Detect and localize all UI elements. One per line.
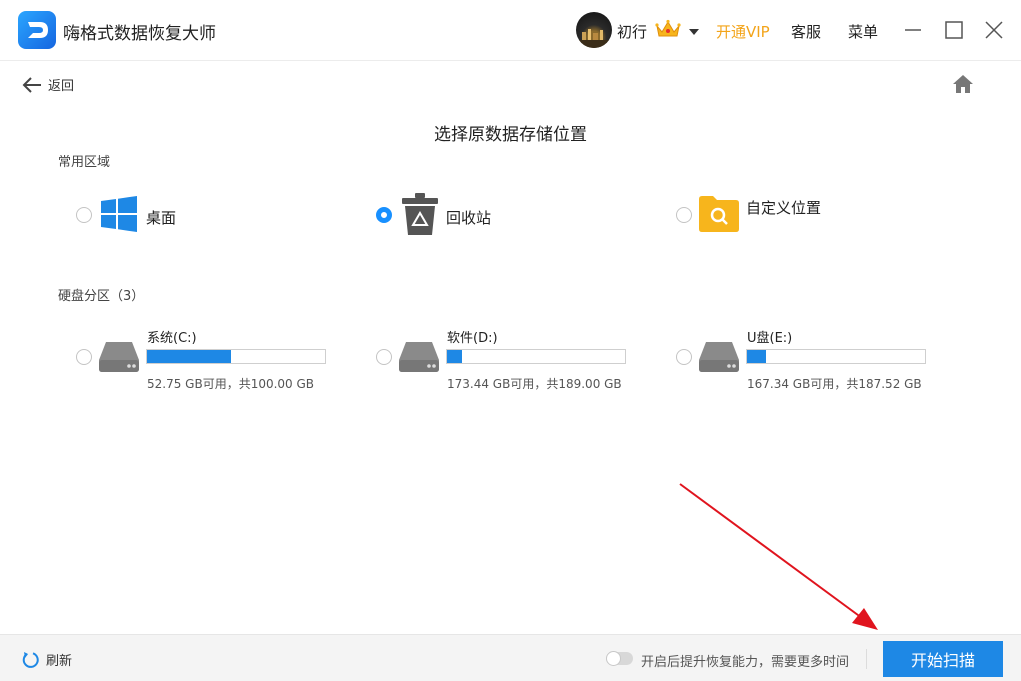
back-button[interactable]: 返回 bbox=[22, 75, 74, 94]
drive-d-info: 173.44 GB可用，共189.00 GB bbox=[447, 377, 622, 391]
minimize-icon[interactable] bbox=[904, 20, 922, 42]
page-title: 选择原数据存储位置 bbox=[434, 125, 587, 145]
recycle-bin-icon bbox=[402, 193, 438, 239]
drive-e-name[interactable]: U盘(E:) bbox=[747, 327, 792, 346]
drive-c-name[interactable]: 系统(C:) bbox=[147, 327, 197, 346]
crown-icon bbox=[655, 19, 681, 43]
hard-drive-icon bbox=[99, 340, 139, 376]
back-label: 返回 bbox=[48, 79, 75, 94]
drive-d-usage-bar bbox=[446, 349, 626, 364]
drive-d-name[interactable]: 软件(D:) bbox=[447, 327, 498, 346]
customer-service-link[interactable]: 客服 bbox=[791, 21, 821, 42]
drive-c-usage-bar bbox=[146, 349, 326, 364]
enhanced-recovery-toggle[interactable] bbox=[606, 651, 633, 666]
custom-location-label[interactable]: 自定义位置 bbox=[746, 197, 821, 218]
close-icon[interactable] bbox=[985, 21, 1003, 43]
arrow-left-icon bbox=[22, 76, 41, 93]
title-bar: 嗨格式数据恢复大师 初行 开通VIP 客服 菜单 bbox=[0, 0, 1021, 61]
hard-drive-icon bbox=[699, 340, 739, 376]
app-title: 嗨格式数据恢复大师 bbox=[63, 24, 216, 44]
folder-search-icon bbox=[699, 196, 739, 236]
drive-e-info: 167.34 GB可用，共187.52 GB bbox=[747, 377, 922, 391]
drive-e-usage-bar bbox=[746, 349, 926, 364]
radio-drive-e[interactable] bbox=[676, 349, 692, 365]
avatar[interactable] bbox=[576, 12, 612, 48]
footer-bar: 刷新 开启后提升恢复能力，需要更多时间 开始扫描 bbox=[0, 634, 1021, 681]
windows-icon bbox=[101, 196, 137, 236]
home-icon[interactable] bbox=[952, 74, 974, 98]
start-scan-button[interactable]: 开始扫描 bbox=[883, 641, 1003, 677]
recycle-bin-label[interactable]: 回收站 bbox=[446, 207, 491, 228]
refresh-button[interactable]: 刷新 bbox=[22, 650, 72, 669]
menu-link[interactable]: 菜单 bbox=[848, 21, 878, 42]
disk-partitions-label: 硬盘分区（3） bbox=[58, 289, 145, 304]
vip-link[interactable]: 开通VIP bbox=[716, 21, 770, 42]
username[interactable]: 初行 bbox=[617, 21, 647, 42]
app-logo-icon bbox=[18, 11, 56, 49]
radio-drive-d[interactable] bbox=[376, 349, 392, 365]
common-area-label: 常用区域 bbox=[58, 155, 111, 170]
refresh-label: 刷新 bbox=[46, 654, 73, 669]
refresh-icon bbox=[22, 651, 39, 668]
drive-c-info: 52.75 GB可用，共100.00 GB bbox=[147, 377, 315, 391]
chevron-down-icon[interactable] bbox=[688, 22, 700, 41]
desktop-label[interactable]: 桌面 bbox=[146, 207, 176, 228]
maximize-icon[interactable] bbox=[945, 21, 963, 43]
radio-desktop[interactable] bbox=[76, 207, 92, 223]
radio-custom-location[interactable] bbox=[676, 207, 692, 223]
radio-recycle-bin[interactable] bbox=[376, 207, 392, 223]
footer-divider bbox=[866, 649, 867, 669]
radio-drive-c[interactable] bbox=[76, 349, 92, 365]
enhanced-recovery-label: 开启后提升恢复能力，需要更多时间 bbox=[641, 655, 850, 670]
app-window: 嗨格式数据恢复大师 初行 开通VIP 客服 菜单 返回 选择原数据存储位置 常用… bbox=[0, 0, 1021, 681]
hard-drive-icon bbox=[399, 340, 439, 376]
